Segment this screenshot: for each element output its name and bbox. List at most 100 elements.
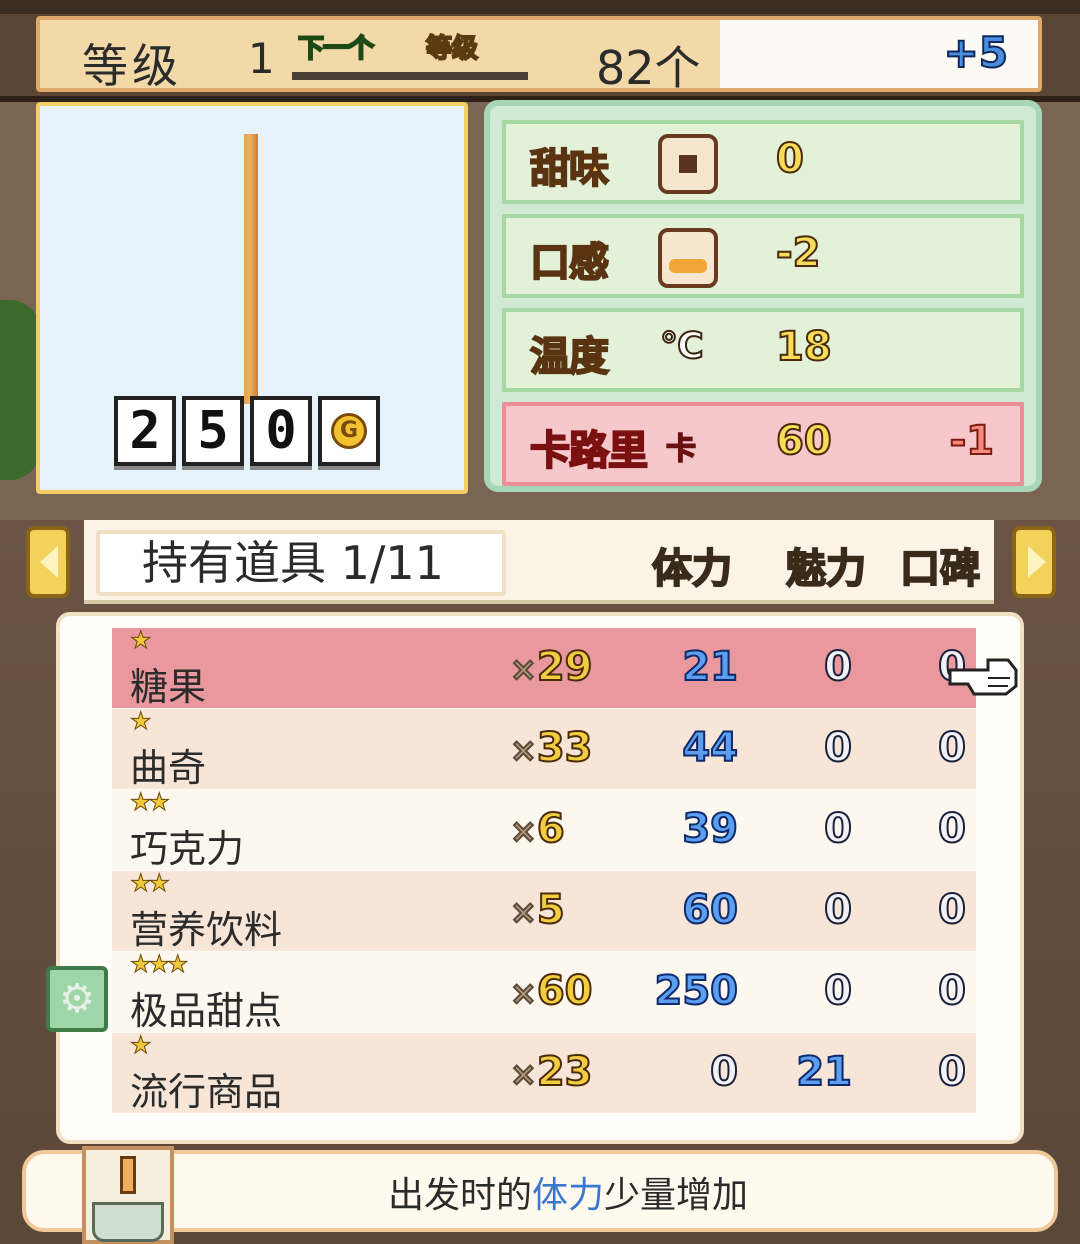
item-reputation: 0	[937, 724, 967, 772]
quantity-prefix: ×	[509, 973, 538, 1013]
quantity-value: 60	[536, 967, 594, 1015]
item-name: 流行商品	[130, 1070, 283, 1114]
next-level-tag: 下一个	[297, 33, 375, 65]
celsius-icon: ℃	[659, 325, 705, 368]
item-quantity: ×5	[509, 886, 566, 934]
stat-temperature: 温度 ℃ 18	[502, 308, 1024, 392]
item-quantity: ×60	[509, 967, 594, 1015]
quantity-value: 33	[536, 724, 594, 772]
description-highlight: 体力	[532, 1175, 605, 1216]
item-row[interactable]: ★★★ 极品甜点 ×60 250 0 0	[112, 950, 976, 1033]
item-name: 巧克力	[130, 827, 245, 871]
quantity-prefix: ×	[509, 1054, 538, 1094]
description-before: 出发时的	[388, 1175, 533, 1216]
stats-panel: 甜味 0 口感 -2 温度 ℃ 18 卡路里 卡 60 -1	[484, 100, 1042, 492]
column-header-reputation: 口碑	[899, 545, 981, 593]
item-preview-image	[244, 134, 258, 404]
star-rating-icon: ★★★	[130, 950, 190, 979]
quantity-prefix: ×	[509, 649, 538, 689]
item-reputation: 0	[937, 1048, 967, 1096]
item-preview-panel: 2 5 0 G	[36, 102, 468, 494]
item-reputation: 0	[937, 967, 967, 1015]
price-digit: 2	[114, 396, 176, 466]
level-label: 等级	[82, 39, 182, 93]
price-digit: 0	[250, 396, 312, 466]
next-tab-arrow[interactable]	[1012, 526, 1056, 598]
stat-value: 60	[775, 417, 833, 465]
item-charm: 0	[823, 967, 853, 1015]
quantity-prefix: ×	[509, 811, 538, 851]
quantity-value: 23	[536, 1048, 594, 1096]
column-header-stamina: 体力	[651, 545, 733, 593]
item-stamina: 44	[681, 724, 739, 772]
item-stamina: 0	[709, 1048, 739, 1096]
calorie-unit: 卡	[665, 431, 697, 468]
coin-symbol: G	[331, 413, 367, 449]
items-list-panel: ★ 糖果 ×29 21 0 0 ★ 曲奇 ×33 44 0 0 ★★ 巧克力 ×6 39 0 0 ★★ 营养饮料 ×5 6…	[56, 612, 1024, 1144]
bread-icon	[658, 228, 718, 288]
quantity-prefix: ×	[509, 892, 538, 932]
level-progress-line	[292, 72, 528, 80]
stat-value: -2	[775, 229, 821, 277]
stat-delta: -1	[949, 417, 995, 465]
column-header-charm: 魅力	[785, 545, 867, 593]
level-value: 1	[248, 34, 275, 83]
star-rating-icon: ★	[130, 707, 152, 736]
level-bar: 等级 1 下一个 等级 82个 +5	[36, 16, 1042, 95]
item-row[interactable]: ★ 流行商品 ×23 0 21 0	[112, 1031, 976, 1114]
item-charm: 0	[823, 724, 853, 772]
item-charm: 0	[823, 886, 853, 934]
star-rating-icon: ★	[130, 1031, 152, 1060]
item-charm: 0	[823, 805, 853, 853]
level-tag: 等级	[425, 33, 479, 65]
level-bonus-area: +5	[720, 20, 1038, 88]
gold-coin-icon: G	[318, 396, 380, 466]
square-candy-icon	[658, 134, 718, 194]
level-bonus-badge: +5	[943, 27, 1009, 78]
tab-held-items[interactable]: 持有道具 1/11	[96, 530, 506, 596]
previous-tab-arrow[interactable]	[26, 526, 70, 598]
stat-label: 甜味	[529, 145, 610, 193]
star-rating-icon: ★★	[129, 869, 170, 898]
price-digit: 5	[182, 396, 244, 466]
item-thumbnail	[82, 1146, 174, 1244]
item-row[interactable]: ★ 糖果 ×29 21 0 0	[112, 626, 976, 709]
quantity-prefix: ×	[509, 730, 538, 770]
item-reputation: 0	[937, 805, 967, 853]
item-description: 出发时的体力少量增加	[388, 1166, 748, 1218]
quantity-value: 5	[536, 886, 566, 934]
stat-texture: 口感 -2	[502, 214, 1024, 298]
quantity-value: 29	[536, 643, 594, 691]
item-name: 曲奇	[130, 746, 207, 790]
stat-value: 0	[775, 135, 805, 183]
level-required-count: 82个	[596, 41, 701, 95]
background-tree	[0, 300, 40, 480]
item-stamina: 250	[654, 967, 739, 1015]
item-row[interactable]: ★★ 巧克力 ×6 39 0 0	[112, 788, 976, 871]
item-charm: 21	[795, 1048, 853, 1096]
star-rating-icon: ★	[130, 626, 152, 655]
price-display: 2 5 0 G	[114, 396, 380, 466]
item-row[interactable]: ★ 曲奇 ×33 44 0 0	[112, 707, 976, 790]
item-name: 营养饮料	[130, 908, 283, 952]
item-stamina: 21	[681, 643, 739, 691]
stat-label: 口感	[529, 239, 610, 287]
item-quantity: ×33	[509, 724, 594, 772]
item-stamina: 39	[681, 805, 739, 853]
item-name: 糖果	[130, 665, 207, 709]
stat-label: 温度	[529, 333, 610, 381]
item-quantity: ×23	[509, 1048, 594, 1096]
pointing-hand-icon	[948, 652, 1018, 696]
item-row[interactable]: ★★ 营养饮料 ×5 60 0 0	[112, 869, 976, 952]
item-stamina: 60	[681, 886, 739, 934]
item-quantity: ×29	[509, 643, 594, 691]
stat-calorie: 卡路里 卡 60 -1	[502, 402, 1024, 486]
stat-sweet: 甜味 0	[502, 120, 1024, 204]
item-quantity: ×6	[509, 805, 566, 853]
stat-label: 卡路里	[529, 427, 649, 475]
item-reputation: 0	[937, 886, 967, 934]
item-name: 极品甜点	[130, 989, 283, 1033]
gear-icon[interactable]: ⚙	[46, 966, 108, 1032]
quantity-value: 6	[536, 805, 566, 853]
star-rating-icon: ★★	[129, 788, 170, 817]
